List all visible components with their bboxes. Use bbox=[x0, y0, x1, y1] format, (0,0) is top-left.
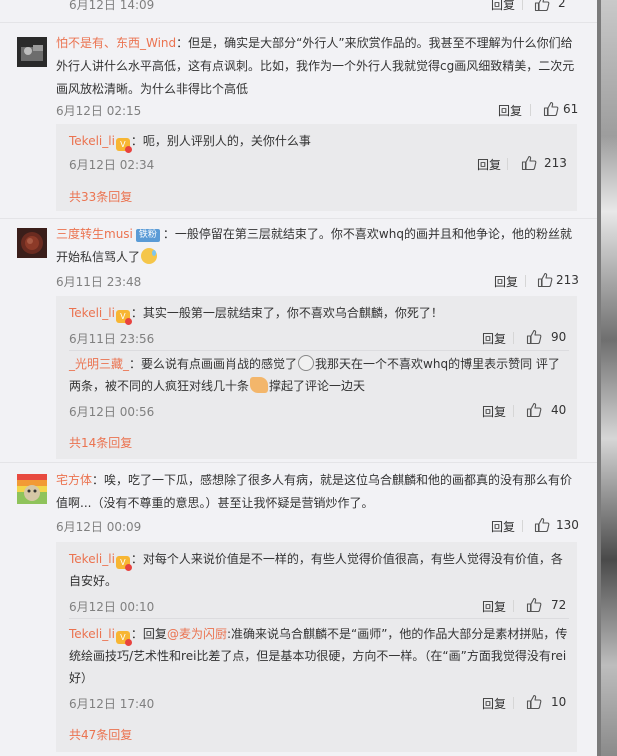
thumbs-up-icon[interactable] bbox=[526, 402, 542, 418]
fan-badge: 铁粉 bbox=[135, 229, 160, 242]
divider bbox=[0, 218, 597, 219]
username-link[interactable]: Tekeli_li bbox=[69, 306, 115, 320]
reply-button[interactable]: 回复 bbox=[482, 598, 506, 615]
reply-prefix: ：回复 bbox=[130, 627, 167, 641]
username-link[interactable]: Tekeli_li bbox=[69, 627, 115, 641]
reply-text: _光明三藏_：要么说有点画画肖战的感觉了 我那天在一个不喜欢whq的博里表示赞同 … bbox=[69, 353, 569, 397]
thumbs-up-icon[interactable] bbox=[521, 155, 537, 171]
sub-reply: Tekeli_li V ：回复@麦为闪厨:准确来说乌合麒麟不是“画师”，他的作品大部… bbox=[69, 618, 569, 717]
divider bbox=[0, 462, 597, 463]
sweat-emoji-icon bbox=[141, 248, 158, 264]
like-count: 10 bbox=[551, 695, 567, 709]
avatar[interactable] bbox=[17, 228, 47, 258]
grimace-emoji-icon bbox=[298, 355, 315, 371]
reply-content: 撑起了评论一边天 bbox=[269, 379, 366, 393]
reply-text: Tekeli_li V ：呃，别人评别人的，关你什么事 bbox=[69, 130, 569, 153]
clap-emoji-icon bbox=[250, 377, 269, 393]
thumbs-up-icon[interactable] bbox=[543, 101, 559, 117]
sub-reply: Tekeli_li V ：呃，别人评别人的，关你什么事 6月12日 02:34 回复… bbox=[69, 128, 569, 180]
thumbs-up-icon[interactable] bbox=[534, 0, 550, 12]
reply-content: ：呃，别人评别人的，关你什么事 bbox=[130, 134, 311, 148]
reply-thread: Tekeli_li V ：其实一般第一层就结束了，你不喜欢乌合麒麟，你死了！ 6月1… bbox=[56, 296, 577, 459]
vip-badge-icon: V bbox=[115, 310, 132, 325]
reply-text: Tekeli_li V ：其实一般第一层就结束了，你不喜欢乌合麒麟，你死了！ bbox=[69, 302, 569, 325]
avatar[interactable] bbox=[17, 37, 47, 67]
avatar[interactable] bbox=[17, 474, 47, 504]
like-count: 40 bbox=[551, 403, 567, 417]
username-link[interactable]: 宅方体 bbox=[56, 473, 92, 487]
username-link[interactable]: Tekeli_li bbox=[69, 552, 115, 566]
username-link[interactable]: Tekeli_li bbox=[69, 134, 115, 148]
separator bbox=[513, 332, 514, 344]
reply-content: ：其实一般第一层就结束了，你不喜欢乌合麒麟，你死了！ bbox=[130, 306, 443, 320]
username-link[interactable]: _光明三藏_ bbox=[69, 357, 129, 371]
mention-link[interactable]: @麦为闪厨 bbox=[167, 627, 227, 641]
comment-time: 6月11日 23:48 bbox=[56, 275, 142, 289]
comment-content: ：唉，吃了一下瓜，感想除了很多人有病，就是这位乌合麒麟和他的画都真的没有那么有价… bbox=[56, 473, 573, 510]
reply-text: Tekeli_li V ：回复@麦为闪厨:准确来说乌合麒麟不是“画师”，他的作品大部… bbox=[69, 623, 569, 689]
thumbs-up-icon[interactable] bbox=[526, 597, 542, 613]
comment-time: 6月12日 14:09 bbox=[69, 0, 155, 12]
reply-button[interactable]: 回复 bbox=[482, 695, 506, 712]
top-comment-meta: 6月12日 14:09 回复 2 bbox=[0, 0, 597, 14]
sub-reply: Tekeli_li V ：对每个人来说价值是不一样的，有些人觉得价值很高，有些人觉得… bbox=[69, 546, 569, 618]
reply-thread: Tekeli_li V ：呃，别人评别人的，关你什么事 6月12日 02:34 回复… bbox=[56, 124, 577, 211]
like-count: 130 bbox=[556, 518, 579, 532]
comment-feed: 6月12日 14:09 回复 2 怕不是有、东西_Wind：但是，确实是大部分“… bbox=[0, 0, 597, 756]
reply-time: 6月12日 02:34 bbox=[69, 158, 155, 172]
side-image bbox=[597, 0, 617, 756]
reply-content: ：要么说有点画画肖战的感觉了 bbox=[129, 357, 298, 371]
vip-badge-icon: V bbox=[115, 138, 132, 153]
comment-time: 6月12日 00:09 bbox=[56, 520, 142, 534]
sub-reply: Tekeli_li V ：其实一般第一层就结束了，你不喜欢乌合麒麟，你死了！ 6月1… bbox=[69, 300, 569, 350]
like-count: 213 bbox=[544, 156, 567, 170]
separator bbox=[522, 520, 523, 532]
separator bbox=[522, 0, 523, 10]
reply-button[interactable]: 回复 bbox=[498, 102, 522, 119]
reply-time: 6月12日 00:10 bbox=[69, 600, 155, 614]
comment-text: 怕不是有、东西_Wind：但是，确实是大部分“外行人”来欣赏作品的。我甚至不理解… bbox=[56, 32, 576, 101]
comment-time: 6月12日 02:15 bbox=[56, 104, 142, 118]
thumbs-up-icon[interactable] bbox=[534, 517, 550, 533]
separator bbox=[513, 697, 514, 709]
like-count: 72 bbox=[551, 598, 567, 612]
separator bbox=[513, 405, 514, 417]
reply-thread: Tekeli_li V ：对每个人来说价值是不一样的，有些人觉得价值很高，有些人觉得… bbox=[56, 542, 577, 752]
reply-button[interactable]: 回复 bbox=[482, 403, 506, 420]
like-count: 2 bbox=[558, 0, 566, 10]
like-count: 61 bbox=[563, 102, 579, 116]
view-more-replies-link[interactable]: 共14条回复 bbox=[69, 434, 132, 451]
thumbs-up-icon[interactable] bbox=[526, 694, 542, 710]
reply-button[interactable]: 回复 bbox=[491, 0, 515, 13]
username-link[interactable]: 怕不是有、东西_Wind bbox=[56, 36, 176, 50]
separator bbox=[530, 104, 531, 116]
separator bbox=[507, 158, 508, 170]
separator bbox=[513, 600, 514, 612]
separator bbox=[525, 275, 526, 287]
sub-reply: _光明三藏_：要么说有点画画肖战的感觉了 我那天在一个不喜欢whq的博里表示赞同 … bbox=[69, 350, 569, 423]
comment-text: 宅方体：唉，吃了一下瓜，感想除了很多人有病，就是这位乌合麒麟和他的画都真的没有那… bbox=[56, 469, 576, 515]
divider bbox=[0, 22, 597, 23]
comment-content: ：一般停留在第三层就结束了。你不喜欢whq的画并且和他争论，他的粉丝就开始私信骂… bbox=[56, 227, 572, 264]
reply-text: Tekeli_li V ：对每个人来说价值是不一样的，有些人觉得价值很高，有些人觉得… bbox=[69, 548, 569, 592]
reply-button[interactable]: 回复 bbox=[477, 156, 501, 173]
reply-time: 6月12日 00:56 bbox=[69, 405, 155, 419]
reply-button[interactable]: 回复 bbox=[491, 518, 515, 535]
like-count: 90 bbox=[551, 330, 567, 344]
like-count: 213 bbox=[556, 273, 579, 287]
reply-button[interactable]: 回复 bbox=[494, 273, 518, 290]
username-link[interactable]: 三度转生musi bbox=[56, 227, 133, 241]
vip-badge-icon: V bbox=[115, 556, 132, 571]
view-more-replies-link[interactable]: 共47条回复 bbox=[69, 726, 132, 743]
thumbs-up-icon[interactable] bbox=[537, 272, 553, 288]
reply-button[interactable]: 回复 bbox=[482, 330, 506, 347]
view-more-replies-link[interactable]: 共33条回复 bbox=[69, 188, 132, 205]
reply-content: ：对每个人来说价值是不一样的，有些人觉得价值很高，有些人觉得没有价值，各自安好。 bbox=[69, 552, 563, 588]
thumbs-up-icon[interactable] bbox=[526, 329, 542, 345]
reply-time: 6月11日 23:56 bbox=[69, 332, 155, 346]
vip-badge-icon: V bbox=[115, 631, 132, 646]
reply-time: 6月12日 17:40 bbox=[69, 697, 155, 711]
comment-text: 三度转生musi 铁粉 ：一般停留在第三层就结束了。你不喜欢whq的画并且和他争论，… bbox=[56, 223, 576, 269]
